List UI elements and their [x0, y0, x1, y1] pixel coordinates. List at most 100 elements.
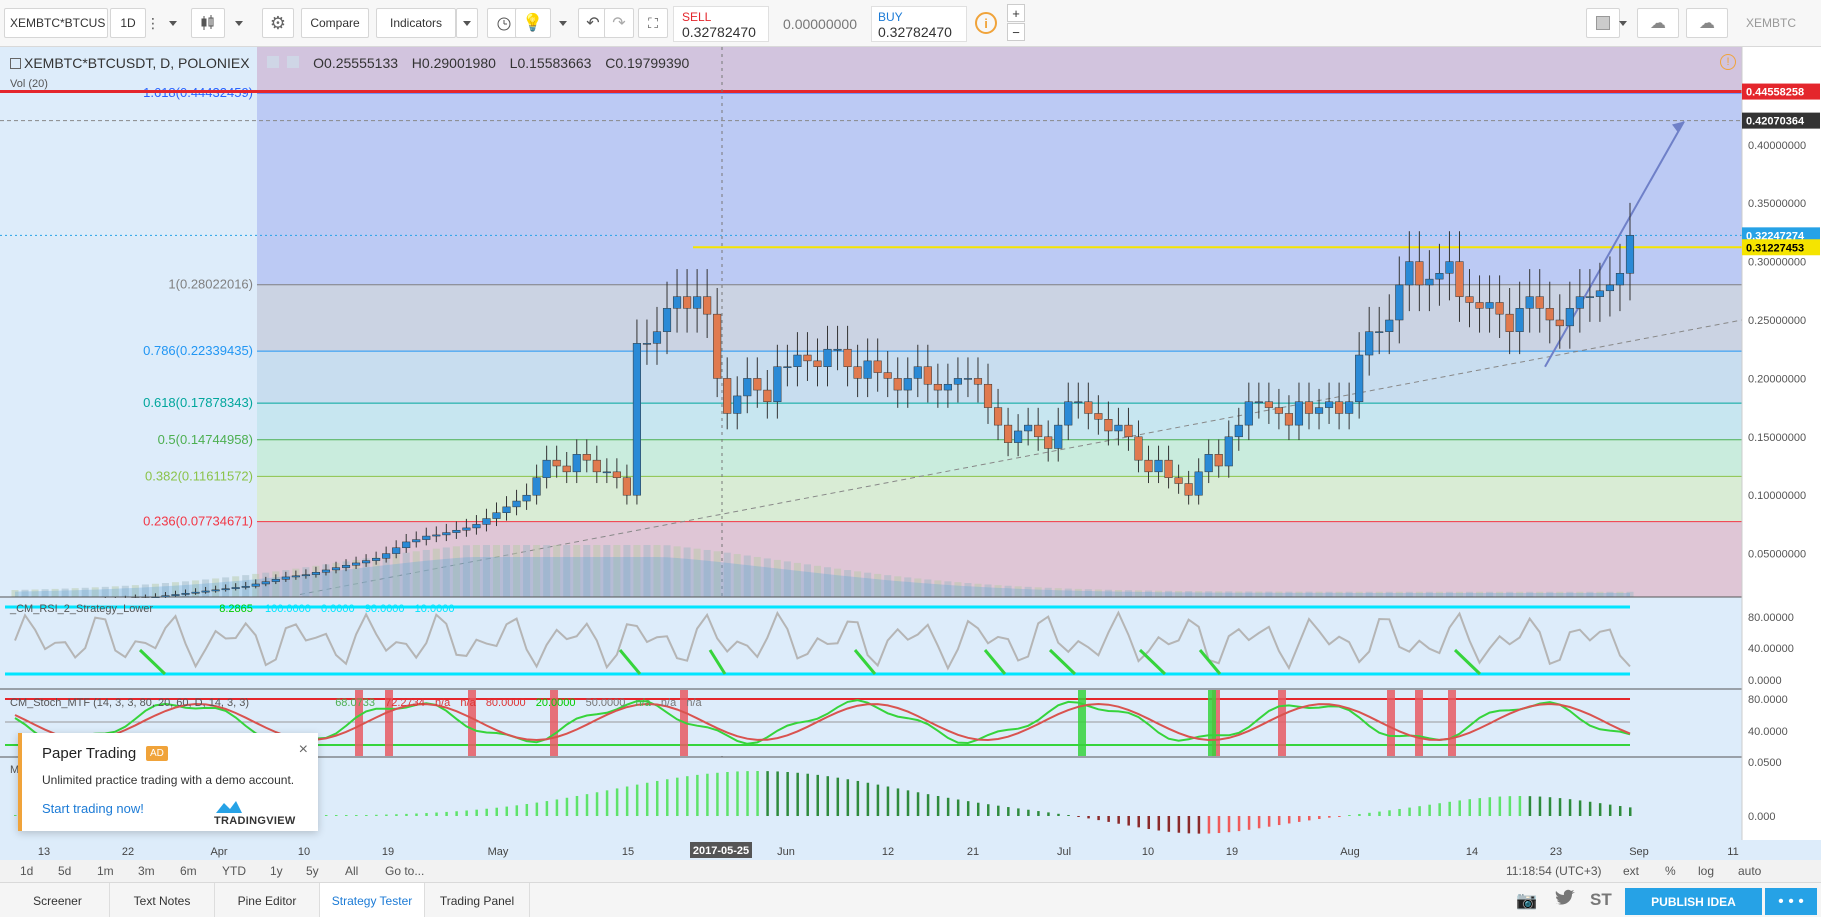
cloud-upload-icon[interactable]: ☁	[1686, 8, 1728, 38]
interval-button[interactable]: 1D	[110, 8, 146, 38]
macd-bar	[926, 794, 930, 816]
candle-body	[251, 583, 260, 587]
range-3m[interactable]: 3m	[138, 864, 155, 878]
candle-body	[1335, 401, 1344, 414]
auto-button[interactable]: auto	[1738, 864, 1761, 878]
macd-bar	[1137, 816, 1140, 828]
macd-bar	[1197, 816, 1201, 834]
candle-body	[1074, 401, 1083, 404]
twitter-icon[interactable]	[1554, 889, 1576, 912]
candle-body	[291, 575, 300, 578]
buy-button[interactable]: BUY 0.32782470	[871, 6, 967, 42]
range-1m[interactable]: 1m	[97, 864, 114, 878]
redo-icon[interactable]: ↷	[604, 8, 634, 38]
interval-more-icon[interactable]: ⋮	[146, 8, 160, 38]
stoch-v3: n/a	[434, 697, 451, 709]
publish-idea-button[interactable]: PUBLISH IDEA	[1625, 888, 1762, 915]
candle-body	[1084, 401, 1093, 414]
macd-bar	[1368, 812, 1371, 816]
interval-dropdown-icon[interactable]	[162, 8, 184, 38]
percent-button[interactable]: %	[1665, 864, 1676, 878]
candle-body	[1024, 424, 1033, 432]
candle-body	[1194, 471, 1203, 496]
stoch-red-bar	[1415, 690, 1423, 756]
start-trading-link[interactable]: Start trading now!	[42, 801, 144, 816]
warning-icon[interactable]: !	[1720, 54, 1736, 70]
price-tick: 0.30000000	[1748, 257, 1806, 269]
macd-bar	[846, 779, 850, 816]
macd-bar	[696, 774, 699, 816]
stocktwits-icon[interactable]: ST	[1590, 890, 1612, 910]
footer-panel-tabs: Screener Text Notes Pine Editor Strategy…	[0, 882, 1821, 917]
candle-body	[241, 586, 250, 588]
compare-button[interactable]: Compare	[301, 8, 369, 38]
candle-body	[1134, 436, 1143, 461]
tab-trading-panel[interactable]: Trading Panel	[425, 883, 530, 917]
macd-bar	[1598, 803, 1602, 816]
candle-body	[763, 389, 772, 403]
layout-dropdown-icon[interactable]	[1612, 8, 1634, 38]
right-symbol[interactable]: XEMBTC	[1736, 8, 1806, 38]
goto-date-button[interactable]: Go to...	[385, 864, 424, 878]
symbol-search-input[interactable]: XEMBTC*BTCUS	[4, 8, 108, 38]
candle-body	[1545, 308, 1554, 321]
macd-bar	[1629, 807, 1632, 816]
indicators-button[interactable]: Indicators	[376, 8, 456, 38]
range-1y[interactable]: 1y	[270, 864, 283, 878]
replay-dropdown-icon[interactable]	[552, 8, 574, 38]
fib-level-label: 1(0.28022016)	[168, 277, 253, 292]
chart-style-button[interactable]	[191, 8, 225, 38]
fullscreen-icon[interactable]: ⛶	[638, 8, 668, 38]
tab-pine-editor[interactable]: Pine Editor	[215, 883, 320, 917]
indicators-dropdown-icon[interactable]	[456, 8, 478, 38]
tradingview-logo: TRADINGVIEW	[214, 799, 318, 827]
cloud-download-icon[interactable]: ☁	[1637, 8, 1679, 38]
rsi-value: 8.2865	[219, 603, 253, 615]
legend-eye-icon[interactable]	[267, 56, 280, 68]
sell-label: SELL	[682, 10, 712, 24]
macd-bar	[455, 811, 458, 816]
legend-settings-icon[interactable]	[287, 56, 300, 68]
range-5d[interactable]: 5d	[58, 864, 71, 878]
range-5y[interactable]: 5y	[306, 864, 319, 878]
candles-icon	[201, 15, 214, 30]
candle-body	[201, 590, 210, 593]
candle-body	[913, 366, 922, 379]
collapse-icon[interactable]	[10, 58, 21, 69]
macd-bar	[1207, 816, 1211, 834]
info-icon[interactable]: i	[975, 12, 997, 34]
candle-body	[1525, 296, 1534, 309]
tab-screener[interactable]: Screener	[6, 883, 110, 917]
candle-body	[231, 587, 240, 589]
range-6m[interactable]: 6m	[180, 864, 197, 878]
close-icon[interactable]: ×	[299, 741, 308, 759]
ext-button[interactable]: ext	[1623, 864, 1639, 878]
zoom-in-icon[interactable]: +	[1007, 4, 1025, 22]
macd-bar	[746, 771, 749, 816]
stoch-v9: n/a	[660, 697, 677, 709]
more-options-button[interactable]: • • •	[1765, 888, 1817, 915]
symbol-text: XEMBTC*BTCUS	[10, 16, 106, 30]
zoom-out-icon[interactable]: −	[1007, 23, 1025, 41]
candle-body	[642, 343, 652, 345]
candle-body	[793, 354, 802, 367]
candle-body	[261, 581, 270, 585]
macd-bar	[1297, 816, 1301, 822]
sell-button[interactable]: SELL 0.32782470	[673, 6, 769, 42]
twitter-bird-icon	[1555, 889, 1575, 905]
log-button[interactable]: log	[1698, 864, 1714, 878]
macd-bar	[425, 813, 428, 816]
tab-text-notes[interactable]: Text Notes	[110, 883, 215, 917]
chart-style-dropdown-icon[interactable]	[228, 8, 250, 38]
range-1d[interactable]: 1d	[20, 864, 33, 878]
range-all[interactable]: All	[345, 864, 358, 878]
candle-body	[1184, 483, 1193, 496]
clock-text[interactable]: 11:18:54 (UTC+3)	[1506, 864, 1602, 878]
range-ytd[interactable]: YTD	[222, 864, 246, 878]
replay-bulb-icon[interactable]: 💡	[515, 8, 551, 38]
camera-icon[interactable]: 📷	[1516, 891, 1537, 911]
tab-strategy-tester[interactable]: Strategy Tester	[320, 883, 425, 917]
settings-gear-icon[interactable]: ⚙	[262, 8, 294, 38]
candle-body	[723, 378, 732, 414]
rsi-oversold: 10.0000	[414, 603, 455, 615]
